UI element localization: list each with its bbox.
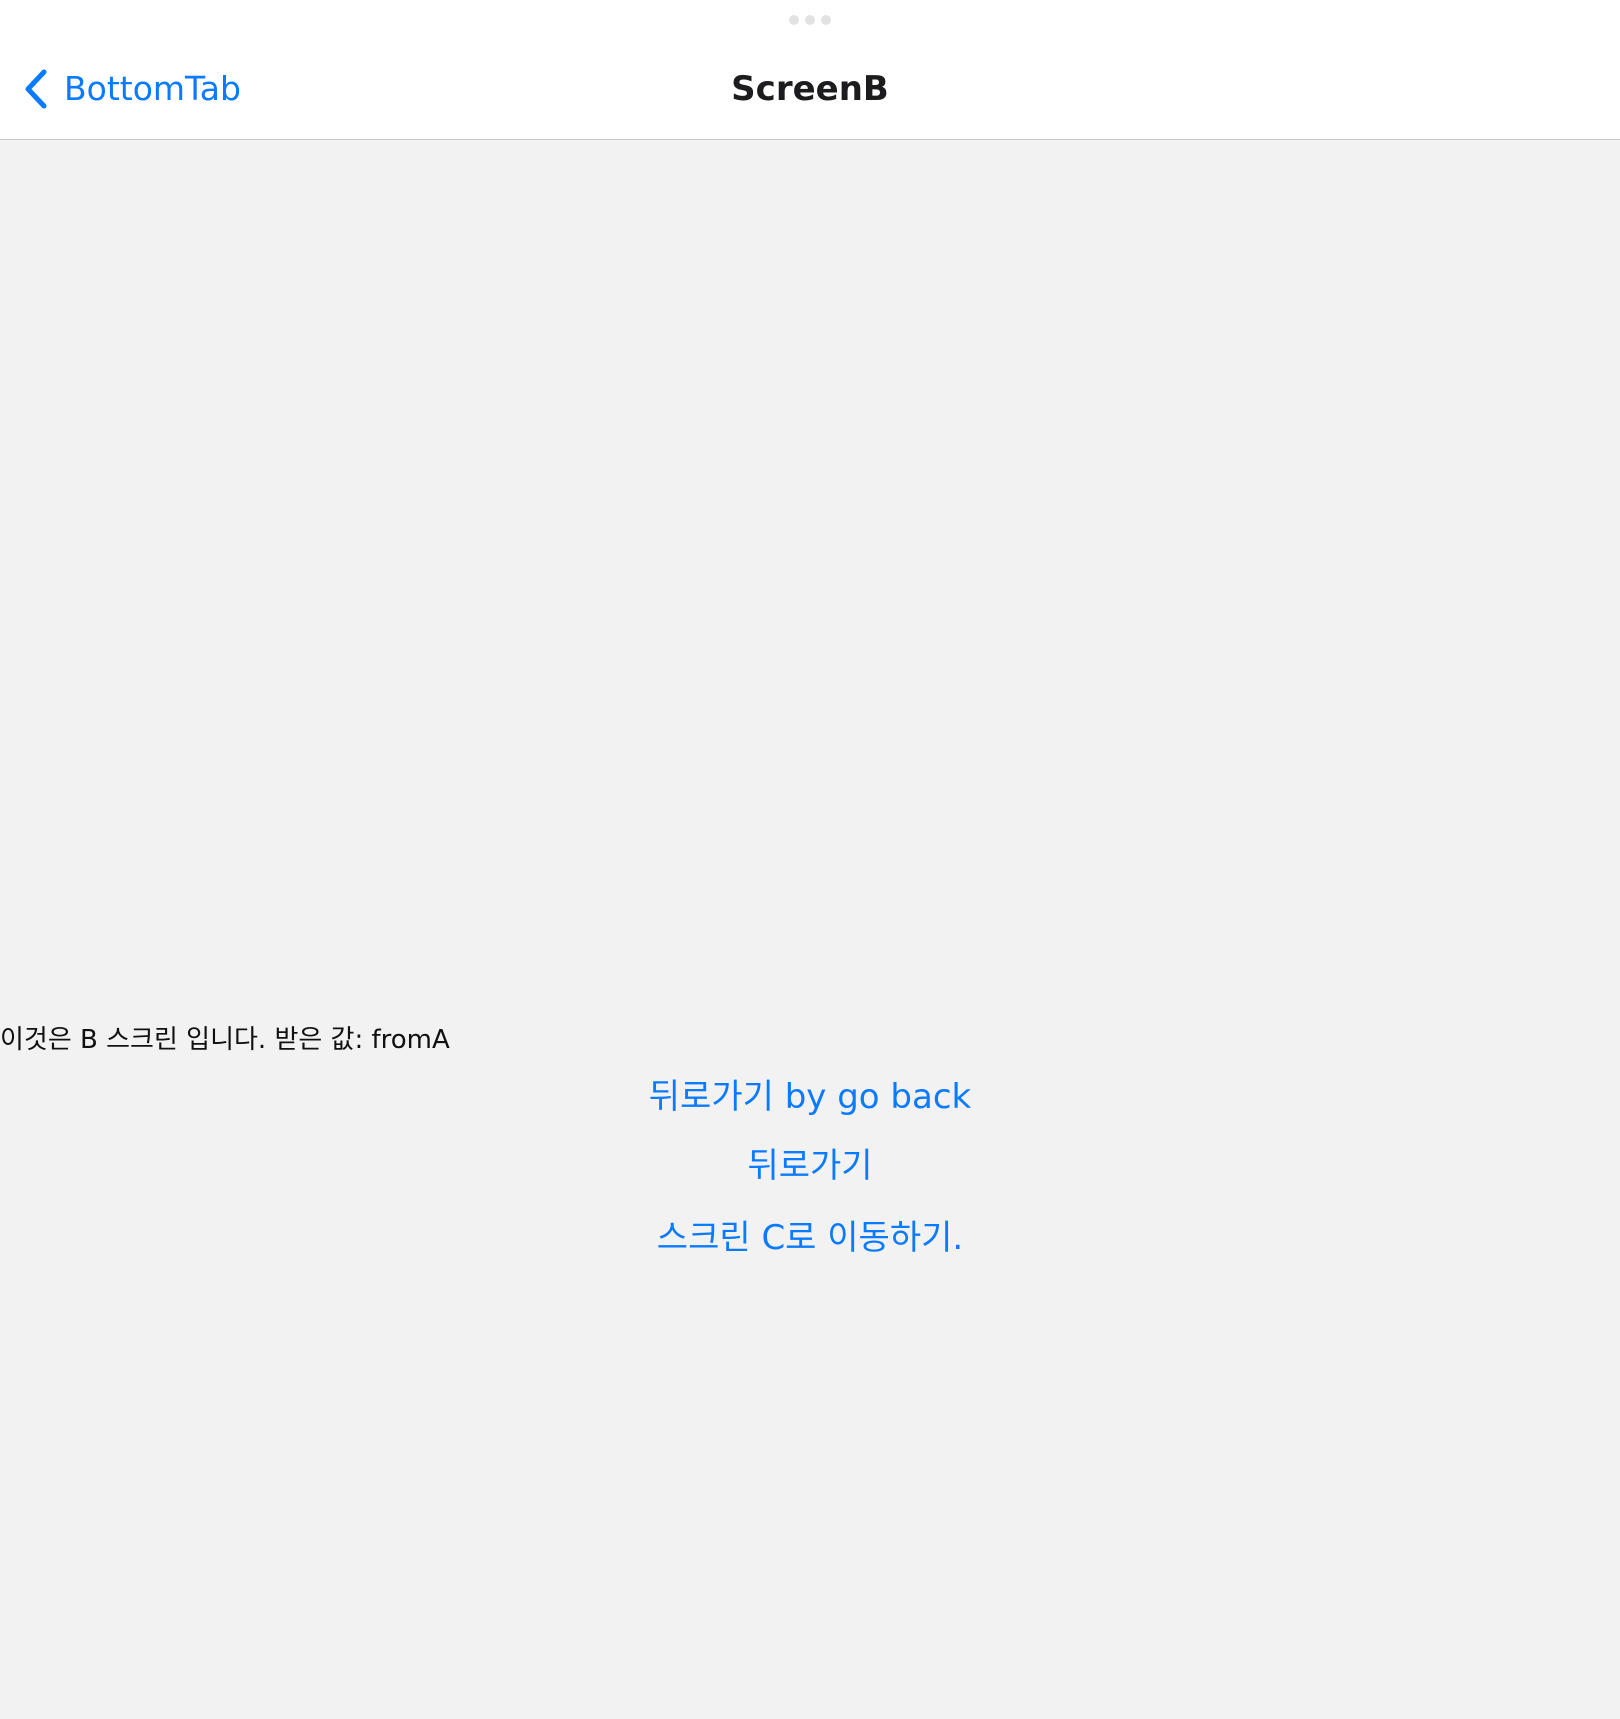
dot bbox=[789, 15, 799, 25]
go-back-button[interactable]: 뒤로가기 bbox=[0, 1141, 1620, 1191]
app-window: BottomTab ScreenB 이것은 B 스크린 입니다. 받은 값: f… bbox=[0, 0, 1620, 1719]
dot bbox=[821, 15, 831, 25]
go-back-by-go-back-button[interactable]: 뒤로가기 by go back bbox=[0, 1072, 1620, 1122]
navigation-header: BottomTab ScreenB bbox=[0, 0, 1620, 140]
page-title: ScreenB bbox=[731, 69, 889, 109]
go-to-screen-c-button[interactable]: 스크린 C로 이동하기. bbox=[0, 1213, 1620, 1263]
received-value-text: 이것은 B 스크린 입니다. 받은 값: fromA bbox=[0, 1025, 450, 1055]
more-dots-icon[interactable] bbox=[789, 15, 831, 25]
dot bbox=[805, 15, 815, 25]
